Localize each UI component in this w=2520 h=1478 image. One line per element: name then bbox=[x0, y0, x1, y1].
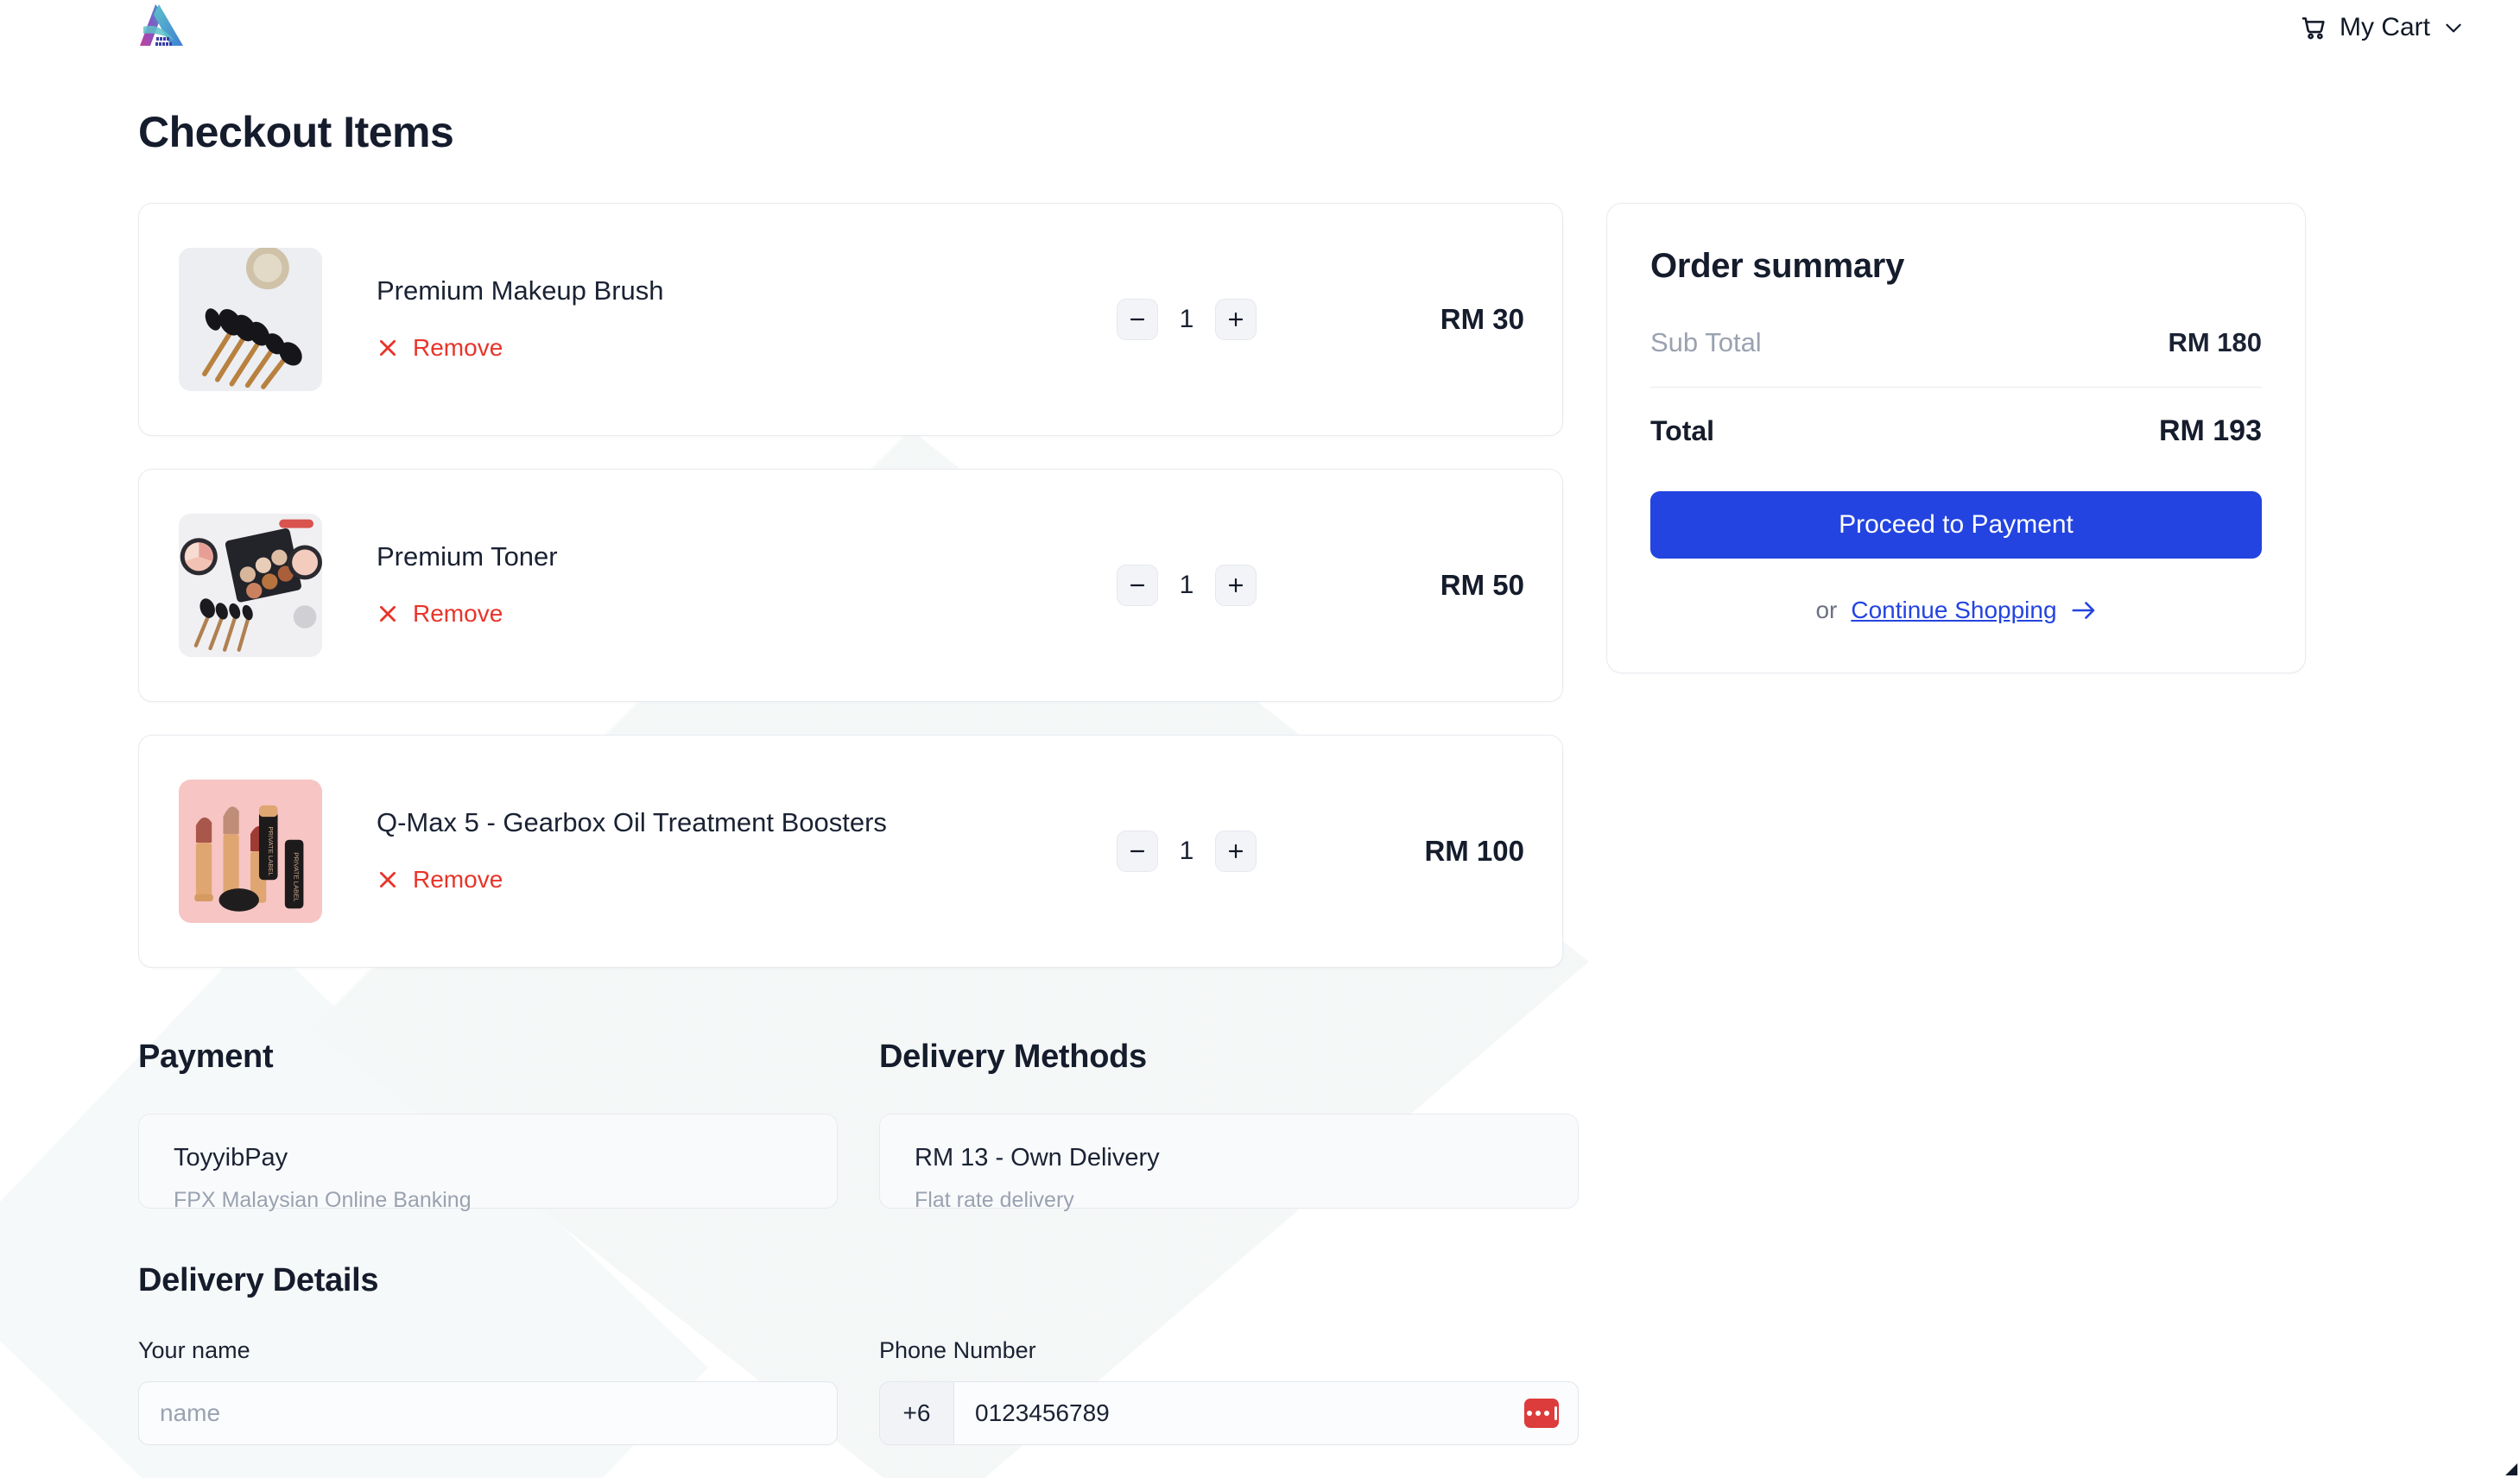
svg-text:PRIVATE LABEL: PRIVATE LABEL bbox=[293, 852, 301, 901]
cart-item-info: Q-Max 5 - Gearbox Oil Treatment Boosters… bbox=[377, 807, 1117, 895]
plus-icon bbox=[1228, 578, 1244, 593]
methods-sections: Payment ToyyibPay FPX Malaysian Online B… bbox=[138, 1039, 2520, 1212]
brand-logo-link[interactable] bbox=[130, 1, 193, 54]
plus-icon bbox=[1228, 312, 1244, 327]
payment-section: Payment ToyyibPay FPX Malaysian Online B… bbox=[138, 1039, 838, 1212]
total-row: Total RM 193 bbox=[1650, 414, 2262, 448]
quantity-stepper: 1 bbox=[1117, 831, 1257, 872]
subtotal-value: RM 180 bbox=[2168, 327, 2262, 357]
delivery-option-card[interactable]: RM 13 - Own Delivery Flat rate delivery bbox=[879, 1114, 1579, 1212]
product-thumbnail: PRIVATE LABEL PRIVATE LABEL bbox=[179, 780, 322, 923]
quantity-increase-button[interactable] bbox=[1215, 299, 1257, 340]
product-thumbnail bbox=[179, 514, 322, 657]
quantity-decrease-button[interactable] bbox=[1117, 831, 1158, 872]
cart-items-list: Premium Makeup Brush Remove 1 RM 30 Prem… bbox=[138, 203, 1563, 1001]
phone-input[interactable] bbox=[954, 1382, 1578, 1444]
order-summary-card: Order summary Sub Total RM 180 Total RM … bbox=[1606, 203, 2306, 673]
quantity-increase-button[interactable] bbox=[1215, 831, 1257, 872]
plus-icon bbox=[1228, 843, 1244, 859]
remove-item-button[interactable]: Remove bbox=[377, 866, 503, 894]
subtotal-row: Sub Total RM 180 bbox=[1650, 327, 2262, 358]
product-price: RM 100 bbox=[1424, 835, 1524, 867]
checkout-main: Premium Makeup Brush Remove 1 RM 30 Prem… bbox=[138, 203, 2520, 1001]
order-summary-column: Order summary Sub Total RM 180 Total RM … bbox=[1606, 203, 2306, 673]
payment-option-subtitle: FPX Malaysian Online Banking bbox=[174, 1188, 472, 1212]
delivery-option-subtitle: Flat rate delivery bbox=[915, 1188, 1074, 1212]
quantity-value: 1 bbox=[1179, 571, 1194, 599]
arrow-right-icon bbox=[2072, 602, 2094, 619]
quantity-stepper: 1 bbox=[1117, 299, 1257, 340]
minus-icon bbox=[1130, 850, 1145, 853]
shopping-cart-icon bbox=[2302, 17, 2325, 40]
my-cart-menu[interactable]: My Cart bbox=[2291, 8, 2473, 47]
phone-label: Phone Number bbox=[879, 1337, 1036, 1363]
payment-option-title: ToyyibPay bbox=[174, 1144, 288, 1172]
delivery-details-section: Delivery Details Your name Phone Number … bbox=[138, 1262, 2520, 1478]
remove-item-button[interactable]: Remove bbox=[377, 334, 503, 362]
delivery-methods-title: Delivery Methods bbox=[879, 1039, 1147, 1075]
remove-label: Remove bbox=[413, 334, 503, 361]
delivery-details-row-1: Your name Phone Number +6 bbox=[138, 1337, 2520, 1445]
product-price: RM 30 bbox=[1440, 303, 1524, 335]
order-summary-title: Order summary bbox=[1650, 247, 1905, 285]
phone-country-prefix[interactable]: +6 bbox=[880, 1382, 954, 1444]
delivery-methods-section: Delivery Methods RM 13 - Own Delivery Fl… bbox=[879, 1039, 1579, 1212]
cart-item-row: Premium Makeup Brush Remove 1 RM 30 bbox=[138, 203, 1563, 436]
my-cart-label: My Cart bbox=[2340, 13, 2430, 41]
minus-icon bbox=[1130, 584, 1145, 587]
page-title: Checkout Items bbox=[138, 108, 454, 156]
quantity-value: 1 bbox=[1179, 837, 1194, 865]
cart-item-row: PRIVATE LABEL PRIVATE LABEL Q-Max 5 - Ge… bbox=[138, 735, 1563, 968]
phone-field-group: Phone Number +6 bbox=[879, 1337, 1579, 1445]
phone-input-group: +6 bbox=[879, 1381, 1579, 1445]
name-label: Your name bbox=[138, 1337, 250, 1363]
product-name: Premium Toner bbox=[377, 541, 558, 572]
remove-item-button[interactable]: Remove bbox=[377, 600, 503, 628]
payment-section-title: Payment bbox=[138, 1039, 274, 1075]
continue-shopping-link[interactable]: Continue Shopping bbox=[1851, 597, 2056, 624]
close-icon bbox=[380, 606, 396, 622]
name-input[interactable] bbox=[138, 1381, 838, 1445]
payment-option-card[interactable]: ToyyibPay FPX Malaysian Online Banking bbox=[138, 1114, 838, 1212]
delivery-details-title: Delivery Details bbox=[138, 1262, 379, 1298]
cart-item-row: Premium Toner Remove 1 RM 50 bbox=[138, 469, 1563, 702]
cart-item-info: Premium Makeup Brush Remove bbox=[377, 275, 1117, 363]
minus-icon bbox=[1130, 318, 1145, 321]
quantity-value: 1 bbox=[1179, 305, 1194, 333]
quantity-decrease-button[interactable] bbox=[1117, 299, 1158, 340]
total-value: RM 193 bbox=[2158, 414, 2262, 447]
close-icon bbox=[380, 340, 396, 356]
cart-item-info: Premium Toner Remove bbox=[377, 541, 1117, 629]
proceed-to-payment-button[interactable]: Proceed to Payment bbox=[1650, 491, 2262, 559]
subtotal-label: Sub Total bbox=[1650, 327, 1762, 357]
quantity-decrease-button[interactable] bbox=[1117, 565, 1158, 606]
product-thumbnail bbox=[179, 248, 322, 391]
brand-logo-icon bbox=[140, 4, 183, 46]
chevron-down-icon bbox=[2446, 23, 2461, 33]
quantity-increase-button[interactable] bbox=[1215, 565, 1257, 606]
or-label: or bbox=[1815, 597, 1838, 623]
product-name: Q-Max 5 - Gearbox Oil Treatment Boosters bbox=[377, 807, 887, 837]
product-price: RM 50 bbox=[1440, 569, 1524, 601]
makeup-brush-image bbox=[179, 248, 322, 391]
quantity-stepper: 1 bbox=[1117, 565, 1257, 606]
password-manager-autofill-icon[interactable] bbox=[1524, 1399, 1559, 1428]
remove-label: Remove bbox=[413, 866, 503, 893]
continue-shopping-row: or Continue Shopping bbox=[1650, 597, 2262, 624]
svg-text:PRIVATE LABEL: PRIVATE LABEL bbox=[267, 826, 275, 875]
delivery-option-title: RM 13 - Own Delivery bbox=[915, 1144, 1160, 1172]
window-resize-handle[interactable] bbox=[2499, 1457, 2518, 1476]
checkout-page: My Cart Checkout Items Premium Makeup Br… bbox=[0, 0, 2520, 1478]
remove-label: Remove bbox=[413, 600, 503, 627]
name-field-group: Your name bbox=[138, 1337, 838, 1445]
product-name: Premium Makeup Brush bbox=[377, 275, 664, 306]
total-label: Total bbox=[1650, 415, 1715, 446]
lipstick-image: PRIVATE LABEL PRIVATE LABEL bbox=[179, 780, 322, 923]
site-header: My Cart bbox=[0, 0, 2520, 55]
toner-palette-image bbox=[179, 514, 322, 657]
close-icon bbox=[380, 872, 396, 887]
summary-divider bbox=[1650, 387, 2262, 388]
